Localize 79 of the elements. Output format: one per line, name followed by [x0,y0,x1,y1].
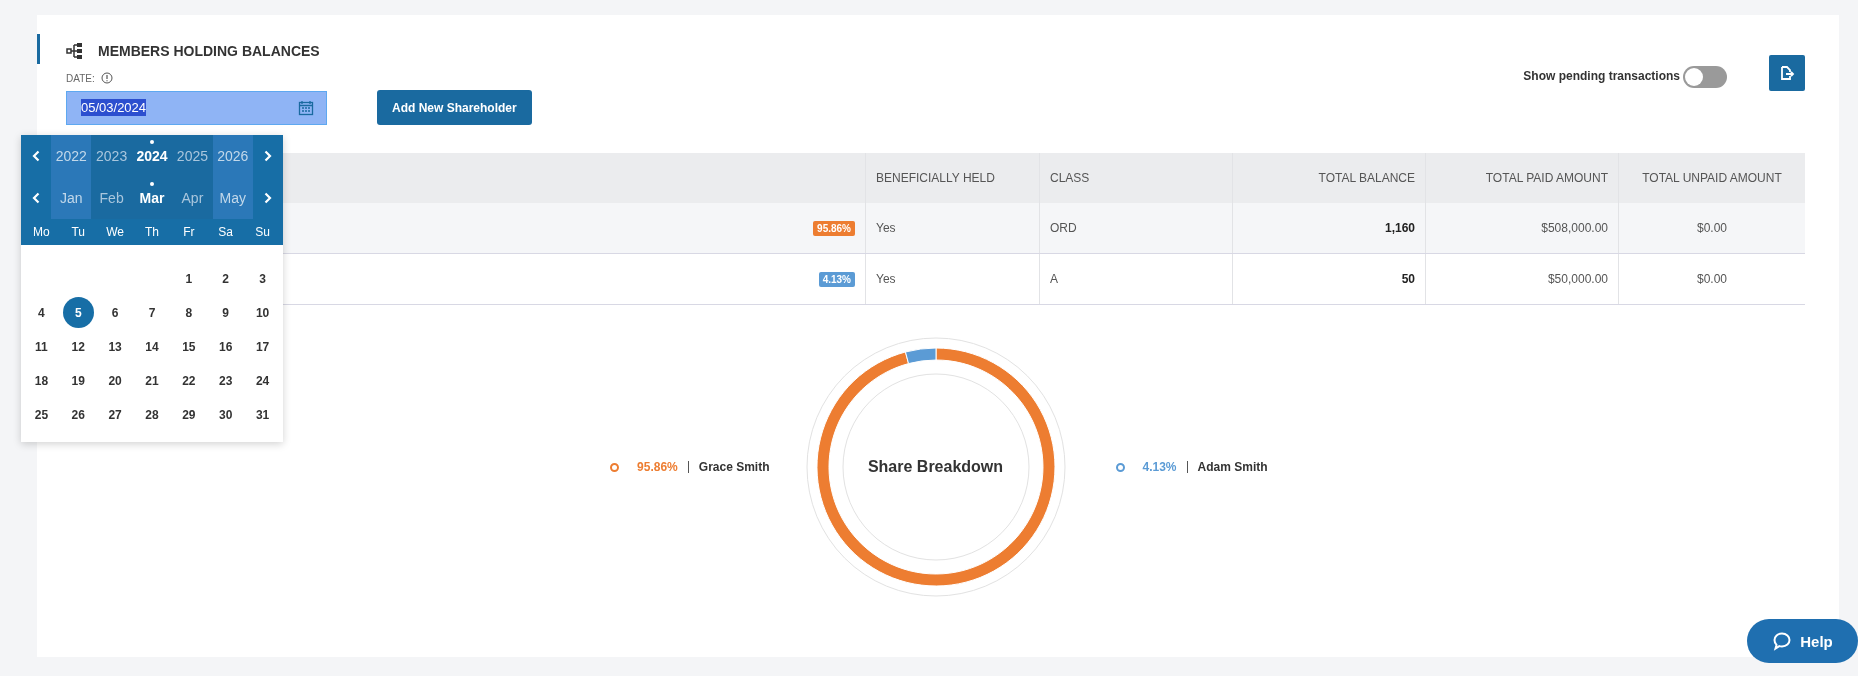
legend-name: Grace Smith [698,460,770,474]
table-cell: ORD [1050,221,1077,235]
day-cell[interactable]: 8 [173,297,205,328]
legend-percent: 4.13% [1142,460,1177,474]
weekday-label: Su [254,225,271,239]
weekday-label: Sa [217,225,235,239]
month-option[interactable]: Mar [131,177,173,219]
day-cell[interactable]: 11 [25,331,57,362]
day-cell[interactable]: 19 [62,365,94,396]
day-cell[interactable]: 26 [62,399,94,430]
day-cell[interactable]: 3 [247,263,279,294]
hierarchy-icon [66,42,84,60]
share-percent-tag: 4.13% [818,271,855,287]
speech-bubble-icon [1772,631,1793,651]
chart-title: Share Breakdown [867,458,1004,476]
day-cell[interactable]: 10 [247,297,279,328]
table-cell: $0.00 [1697,221,1727,235]
share-percent-tag: 95.86% [813,220,855,236]
table-cell: A [1050,272,1058,286]
legend-percent: 95.86% [637,460,678,474]
chevron-right-icon [264,192,272,204]
day-cell[interactable]: 31 [247,399,279,430]
chevron-right-icon [264,150,272,162]
day-cell[interactable]: 16 [210,331,242,362]
info-icon [100,72,113,84]
day-cell[interactable]: 21 [136,365,168,396]
table-cell: Yes [876,221,896,235]
table-cell: Yes [876,272,896,286]
day-cell[interactable]: 24 [247,365,279,396]
section-title: MEMBERS HOLDING BALANCES [98,43,320,59]
export-button[interactable] [1769,55,1805,91]
day-cell[interactable]: 23 [210,365,242,396]
calendar-icon [298,99,314,116]
day-cell[interactable]: 30 [210,399,242,430]
day-cell[interactable]: 17 [247,331,279,362]
table-cell: $50,000.00 [1547,272,1608,286]
table-cell: 50 [1401,272,1415,286]
toggle-switch[interactable] [1683,66,1727,88]
weekday-label: We [105,225,126,239]
chevron-left-icon [32,192,40,204]
weekday-label: Mo [32,225,51,239]
day-cell[interactable]: 27 [99,399,131,430]
day-cell[interactable]: 25 [25,399,57,430]
day-cell[interactable]: 13 [99,331,131,362]
day-cell[interactable]: 12 [62,331,94,362]
day-cell[interactable]: 18 [25,365,57,396]
column-header: CLASS [1050,171,1090,185]
weekday-label: Th [144,225,160,239]
add-shareholder-button[interactable]: Add New Shareholder [377,90,532,125]
column-header: BENEFICIALLY HELD [876,171,995,185]
day-cell[interactable]: 15 [173,331,205,362]
day-cell[interactable]: 4 [25,297,57,328]
column-header: TOTAL PAID AMOUNT [1485,171,1608,185]
day-cell[interactable]: 28 [136,399,168,430]
date-field[interactable]: 05/03/2024 [66,90,327,125]
day-cell[interactable]: 29 [173,399,205,430]
table-cell: $508,000.00 [1541,221,1608,235]
legend-name: Adam Smith [1197,460,1268,474]
day-cell[interactable]: 9 [210,297,242,328]
day-cell[interactable]: 5 [62,297,94,328]
column-header: TOTAL UNPAID AMOUNT [1642,171,1782,185]
weekday-label: Tu [70,225,87,239]
weekday-label: Fr [182,225,196,239]
day-cell[interactable]: 6 [99,297,131,328]
year-option[interactable]: 2024 [131,135,173,177]
column-header: TOTAL BALANCE [1318,171,1415,185]
help-button[interactable]: Help [1747,619,1858,663]
date-label: DATE: [66,72,95,84]
day-cell[interactable]: 2 [210,263,242,294]
pending-transactions-label: Show pending transactions [1523,69,1680,83]
day-cell[interactable]: 14 [136,331,168,362]
day-cell[interactable]: 20 [99,365,131,396]
export-icon [1779,65,1795,81]
table-cell: 1,160 [1384,221,1415,235]
chevron-left-icon [32,150,40,162]
day-cell[interactable]: 1 [173,263,205,294]
day-cell[interactable]: 22 [173,365,205,396]
table-cell: $0.00 [1697,272,1727,286]
day-cell[interactable]: 7 [136,297,168,328]
